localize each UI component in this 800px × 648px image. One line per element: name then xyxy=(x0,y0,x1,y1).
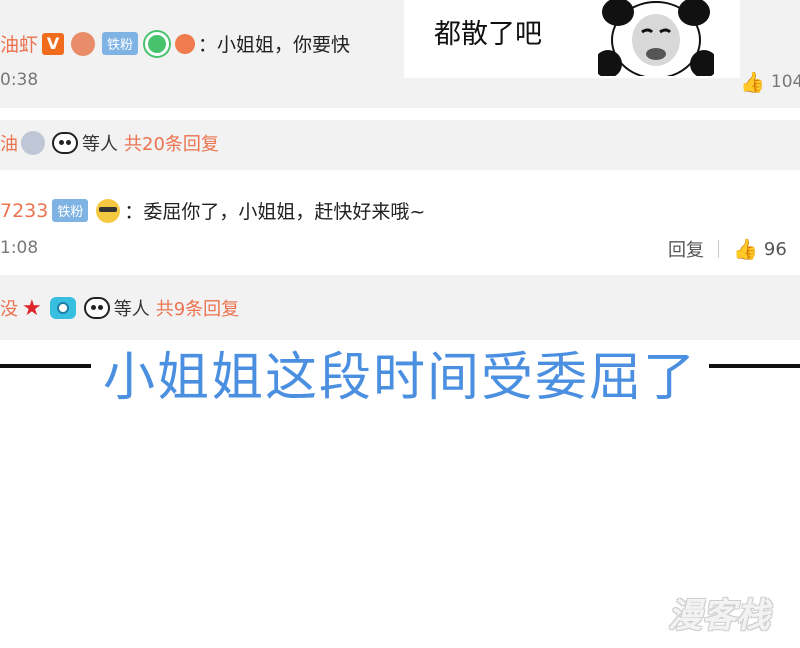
medal-icon xyxy=(71,31,96,56)
sticker-box: 都散了吧 xyxy=(404,0,740,78)
fan-badge: 铁粉 xyxy=(102,32,139,55)
replies-2-username[interactable]: 没 xyxy=(0,295,18,321)
panda-icon xyxy=(52,132,78,154)
replies-1-username[interactable]: 油 xyxy=(0,130,18,156)
replies-1-suffix: 等人 xyxy=(82,134,118,155)
comment-1-text-prefix: ： xyxy=(198,34,218,56)
panda-meme-icon xyxy=(598,0,714,76)
sunglasses-emoji-icon xyxy=(96,198,121,223)
sticker-text: 都散了吧 xyxy=(434,19,542,50)
camera-icon xyxy=(49,297,76,319)
comment-1-line: 油虾 V 铁粉 ： 小姐姐，你要快 xyxy=(0,30,350,57)
comment-1-text: 小姐姐，你要快 xyxy=(217,34,351,56)
reply-button[interactable]: 回复 xyxy=(668,236,704,262)
caption-text-wrap: 小姐姐这段时间受委屈了 xyxy=(0,335,800,410)
watermark-logo: 漫客栈 xyxy=(668,588,792,636)
thumbs-up-icon[interactable]: 👍 xyxy=(733,237,758,261)
avatar-icon xyxy=(21,131,45,155)
caption-text: 小姐姐这段时间受委屈了 xyxy=(90,348,709,408)
watermark-text: 漫客栈 xyxy=(668,596,770,636)
panda-icon xyxy=(83,297,110,319)
replies-summary-2: 没 ★ 等人 共9条回复 xyxy=(0,275,800,340)
comment-2-text-prefix: ： xyxy=(124,201,144,223)
replies-summary-1: 油 等人 共20条回复 xyxy=(0,108,800,170)
replies-2-suffix: 等人 xyxy=(113,299,150,320)
verified-v-icon: V xyxy=(42,32,65,55)
comment-1-like-count: 104 xyxy=(770,72,800,92)
star-icon: ★ xyxy=(22,295,42,321)
replies-2-count[interactable]: 共9条回复 xyxy=(156,295,239,321)
comment-1-like[interactable]: 👍 104 xyxy=(740,70,800,94)
replies-1-count[interactable]: 共20条回复 xyxy=(124,130,219,156)
comment-2-line: 7233 铁粉 ： 委屈你了，小姐姐，赶快好来哦~ xyxy=(0,197,425,224)
replies-1-bar[interactable]: 油 等人 共20条回复 xyxy=(0,120,800,170)
comment-2-text: 委屈你了，小姐姐，赶快好来哦~ xyxy=(143,201,426,223)
replies-2-line: 没 ★ 等人 共9条回复 xyxy=(0,295,239,321)
comment-2-time: 1:08 xyxy=(0,238,39,258)
comment-2-like-count: 96 xyxy=(763,238,787,260)
comment-2: 7233 铁粉 ： 委屈你了，小姐姐，赶快好来哦~ 1:08 回复 👍 96 xyxy=(0,170,800,275)
comment-1-time: 0:38 xyxy=(0,70,39,90)
emoji-icon xyxy=(175,33,196,54)
comment-1-username[interactable]: 油虾 xyxy=(0,30,38,57)
divider xyxy=(718,240,719,258)
fan-badge: 铁粉 xyxy=(52,199,89,222)
heart-badge-icon xyxy=(145,31,170,56)
thumbs-up-icon[interactable]: 👍 xyxy=(740,70,765,94)
replies-1-line: 油 等人 共20条回复 xyxy=(0,130,219,156)
replies-2-bar[interactable]: 没 ★ 等人 共9条回复 xyxy=(0,275,800,340)
comment-2-actions: 回复 👍 96 xyxy=(668,236,787,262)
comment-2-username[interactable]: 7233 xyxy=(0,200,48,222)
